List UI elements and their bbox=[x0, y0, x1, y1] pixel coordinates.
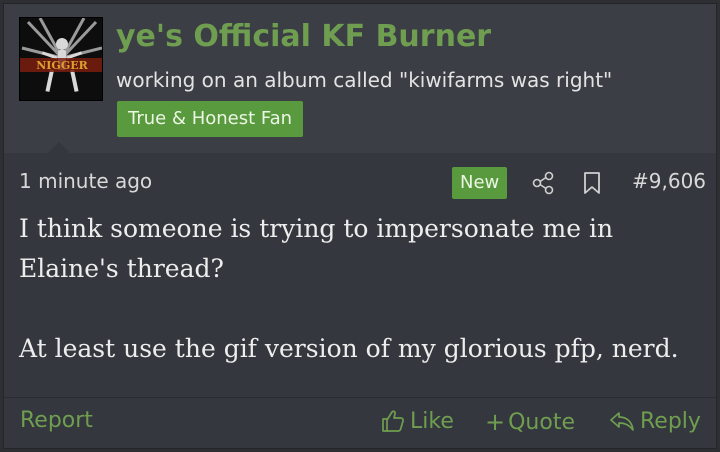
footer-divider bbox=[4, 397, 716, 398]
message-paragraph: I think someone is trying to impersonate… bbox=[19, 214, 614, 283]
plus-icon: + bbox=[485, 408, 506, 436]
message-paragraph: At least use the gif version of my glori… bbox=[19, 334, 679, 363]
post-timestamp[interactable]: 1 minute ago bbox=[19, 169, 152, 193]
reply-arrow-icon bbox=[610, 412, 634, 431]
avatar-image: NIGGER bbox=[20, 18, 102, 100]
quote-label: Quote bbox=[508, 409, 575, 435]
user-avatar[interactable]: NIGGER bbox=[19, 17, 103, 101]
post-number-link[interactable]: #9,606 bbox=[632, 169, 706, 193]
report-link[interactable]: Report bbox=[20, 408, 93, 433]
bookmark-icon[interactable] bbox=[582, 171, 602, 195]
reply-button[interactable]: Reply bbox=[608, 408, 701, 434]
post-meta-bar: 1 minute ago New #9,606 bbox=[4, 164, 716, 202]
svg-text:NIGGER: NIGGER bbox=[36, 59, 88, 72]
user-banner: True & Honest Fan bbox=[117, 101, 304, 137]
new-badge: New bbox=[452, 167, 508, 199]
share-icon[interactable] bbox=[532, 171, 554, 195]
post-message: I think someone is trying to impersonate… bbox=[19, 209, 709, 369]
quote-button[interactable]: + Quote bbox=[485, 408, 575, 436]
reply-label: Reply bbox=[640, 408, 701, 434]
username[interactable]: ye's Official KF Burner bbox=[116, 19, 491, 54]
post-footer: Report Like + Quote Reply bbox=[4, 400, 716, 448]
post-card: NIGGER ye's Official KF Burner working o… bbox=[3, 3, 717, 449]
header-arrow bbox=[47, 142, 71, 154]
user-custom-title: working on an album called "kiwifarms wa… bbox=[116, 68, 613, 92]
thumbs-up-icon bbox=[382, 410, 404, 432]
like-label: Like bbox=[410, 408, 454, 434]
post-user-header: NIGGER ye's Official KF Burner working o… bbox=[4, 4, 716, 153]
like-button[interactable]: Like bbox=[380, 408, 454, 434]
